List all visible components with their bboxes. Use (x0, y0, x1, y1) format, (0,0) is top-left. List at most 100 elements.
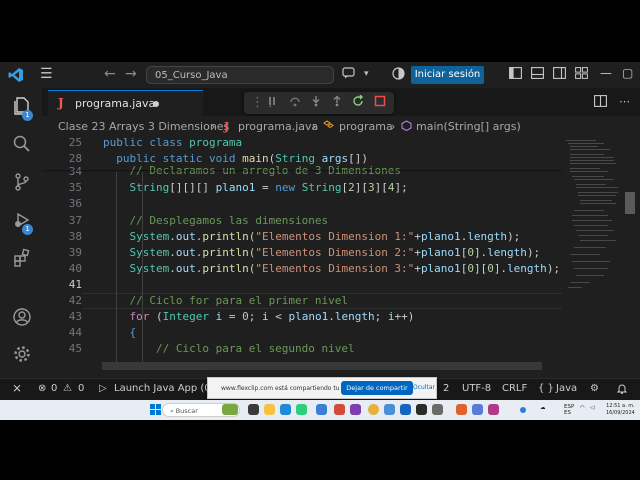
accounts-toggle-icon[interactable] (392, 67, 405, 83)
sign-in-button[interactable]: Iniciar sesión (411, 66, 484, 84)
search-icon[interactable] (11, 134, 33, 156)
mail-icon[interactable] (316, 404, 327, 415)
line-number: 36 (68, 197, 82, 210)
toggle-panel-icon[interactable] (531, 67, 544, 82)
file-explorer-icon[interactable] (264, 404, 275, 415)
maximize-icon[interactable]: ▢ (622, 66, 633, 80)
customize-layout-icon[interactable] (575, 67, 588, 82)
cloud-tray-icon[interactable]: ☁ (540, 405, 546, 411)
breadcrumb-folder[interactable]: Clase 23 Arrays 3 Dimensiones (58, 120, 229, 133)
store-icon[interactable] (296, 404, 307, 415)
breadcrumb-chevron-icon: › (211, 120, 216, 133)
line-number: 25 (68, 136, 82, 149)
hamburger-menu-icon[interactable]: ☰ (40, 66, 53, 82)
line-number: 38 (68, 230, 82, 243)
chrome-icon[interactable] (368, 404, 379, 415)
app-icon-red[interactable] (334, 404, 345, 415)
minimap[interactable] (562, 136, 624, 374)
error-count: 0 (51, 383, 58, 394)
indent-spaces[interactable]: 2 (443, 383, 449, 394)
more-actions-icon[interactable]: ⋯ (619, 95, 630, 108)
windows-start-icon[interactable] (150, 404, 162, 416)
launch-config[interactable]: Launch Java App (05 (114, 383, 217, 394)
step-into-icon[interactable] (310, 95, 322, 112)
file-encoding[interactable]: UTF-8 (462, 383, 491, 394)
debug-launch-icon[interactable]: ▷ (99, 383, 107, 394)
screen-share-banner: www.flexclip.com está compartiendo tu pa… (207, 377, 437, 399)
language-mode[interactable]: Java (556, 383, 577, 394)
back-arrow-icon[interactable]: ← (104, 66, 116, 82)
line-number: 45 (68, 342, 82, 355)
unsaved-dot-icon[interactable] (153, 101, 159, 107)
warning-icon[interactable]: ⚠ (63, 383, 72, 394)
breadcrumb-class[interactable]: programa (339, 120, 393, 133)
java-file-icon: J (58, 96, 64, 110)
line-number: 37 (68, 214, 82, 227)
remote-indicator-icon[interactable]: ⨯ (12, 381, 22, 395)
teams-icon[interactable] (472, 404, 483, 415)
code-line: System.out.println("Elementos Dimension … (129, 262, 561, 275)
line-number: 43 (68, 310, 82, 323)
toggle-primary-sidebar-icon[interactable] (509, 67, 522, 82)
app-icon-purple[interactable] (350, 404, 361, 415)
task-view-icon[interactable] (248, 404, 259, 415)
language-braces-icon: { } (538, 383, 554, 394)
tab-programa-java[interactable]: J programa.java (48, 90, 203, 117)
continue-icon[interactable] (268, 95, 280, 112)
tray-chevron-icon[interactable] (520, 407, 526, 413)
brave-icon[interactable] (456, 404, 467, 415)
stop-icon[interactable] (374, 95, 386, 112)
code-line: { (103, 326, 137, 339)
forward-arrow-icon[interactable]: → (125, 66, 137, 82)
app-icon-blue[interactable] (384, 404, 395, 415)
hide-link[interactable]: Ocultar (413, 384, 435, 391)
vscode-window: ☰ ← → 05_Curso_Java ▾ Iniciar sesión — ▢ (0, 62, 640, 400)
app-icon-magenta[interactable] (488, 404, 499, 415)
breadcrumb-file[interactable]: programa.java (238, 120, 318, 133)
sticky-scroll-shadow (42, 170, 562, 172)
title-bar: ☰ ← → 05_Curso_Java ▾ Iniciar sesión — ▢ (0, 62, 640, 88)
stop-sharing-button[interactable]: Dejar de compartir (341, 381, 413, 395)
end-of-line[interactable]: CRLF (502, 383, 527, 394)
wifi-icon[interactable]: ◠ (580, 405, 585, 411)
toggle-secondary-sidebar-icon[interactable] (553, 67, 566, 82)
app-icon-gray[interactable] (432, 404, 443, 415)
split-editor-icon[interactable] (594, 95, 607, 110)
notifications-bell-icon[interactable] (616, 383, 628, 397)
step-over-icon[interactable] (289, 95, 301, 112)
horizontal-scrollbar[interactable] (102, 362, 542, 370)
keyboard-language[interactable]: ESP ES (564, 404, 574, 416)
chevron-down-icon[interactable]: ▾ (364, 69, 369, 79)
scrollbar-thumb[interactable] (625, 192, 635, 214)
code-editor[interactable]: 25 28 34 35 36 37 38 39 40 41 42 43 44 4… (42, 136, 562, 374)
breadcrumb-method[interactable]: main(String[] args) (416, 120, 521, 133)
debug-toolbar: ⋮⋮ (244, 92, 394, 114)
volume-icon[interactable]: ◁ (590, 405, 594, 411)
explorer-badge: 1 (22, 110, 33, 121)
copilot-chat-icon[interactable] (342, 67, 355, 82)
code-line: // Desplegamos las dimensiones (103, 214, 329, 227)
source-control-icon[interactable] (11, 172, 33, 194)
terminal-icon[interactable] (416, 404, 427, 415)
line-number: 28 (68, 152, 82, 165)
restart-icon[interactable] (352, 94, 364, 112)
vscode-taskbar-icon[interactable] (400, 404, 411, 415)
tab-label: programa.java (75, 97, 156, 110)
minimize-icon[interactable]: — (600, 66, 612, 80)
command-center-search[interactable]: 05_Curso_Java (146, 66, 334, 84)
java-file-icon: J (224, 120, 230, 133)
settings-gear-icon[interactable] (11, 344, 33, 366)
java-status-icon[interactable]: ⚙ (590, 383, 599, 394)
step-out-icon[interactable] (331, 95, 343, 112)
widget-icon[interactable] (222, 404, 238, 415)
code-line: // Ciclo for para el primer nivel (103, 294, 349, 307)
errors-icon[interactable]: ⊗ (38, 383, 46, 394)
edge-browser-icon[interactable] (280, 404, 291, 415)
vertical-scrollbar[interactable] (624, 136, 640, 374)
line-number: 42 (68, 294, 82, 307)
clock-date: 16/09/2024 (606, 410, 635, 416)
line-number: 35 (68, 181, 82, 194)
system-clock[interactable]: 12:51 a. m. 16/09/2024 (606, 403, 635, 417)
extensions-icon[interactable] (11, 248, 33, 270)
accounts-icon[interactable] (11, 307, 33, 329)
